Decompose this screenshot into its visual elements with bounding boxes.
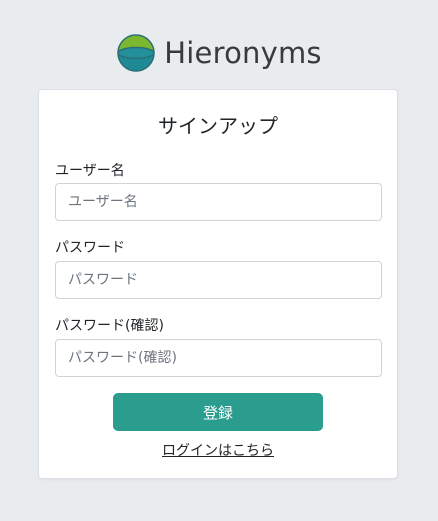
brand-name: Hieronyms: [164, 36, 322, 70]
register-button[interactable]: 登録: [113, 393, 323, 431]
login-link[interactable]: ログインはこちら: [162, 443, 274, 459]
password-input[interactable]: [55, 261, 382, 299]
signup-page: Hieronyms サインアップ ユーザー名 パスワード パスワード(確認) 登…: [0, 0, 438, 521]
username-label: ユーザー名: [55, 163, 125, 179]
password-confirm-label: パスワード(確認): [55, 318, 164, 334]
signup-title: サインアップ: [158, 114, 278, 138]
login-link-container: ログインはこちら: [39, 442, 397, 460]
username-input[interactable]: [55, 183, 382, 221]
brand-header: Hieronyms: [0, 33, 438, 73]
password-confirm-input[interactable]: [55, 339, 382, 377]
signup-card: サインアップ ユーザー名 パスワード パスワード(確認) 登録 ログインはこちら: [38, 89, 398, 479]
hieronyms-logo-icon: [117, 34, 156, 72]
password-label: パスワード: [55, 240, 125, 256]
